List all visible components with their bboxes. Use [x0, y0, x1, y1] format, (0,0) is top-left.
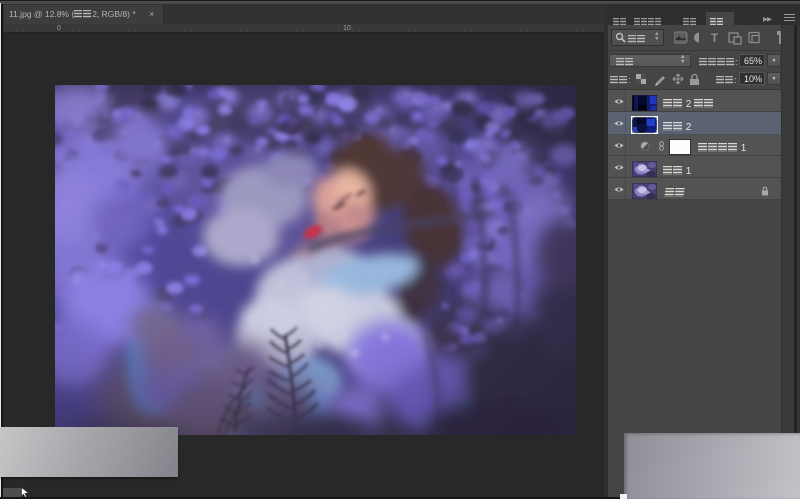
svg-text:T: T — [711, 33, 718, 45]
